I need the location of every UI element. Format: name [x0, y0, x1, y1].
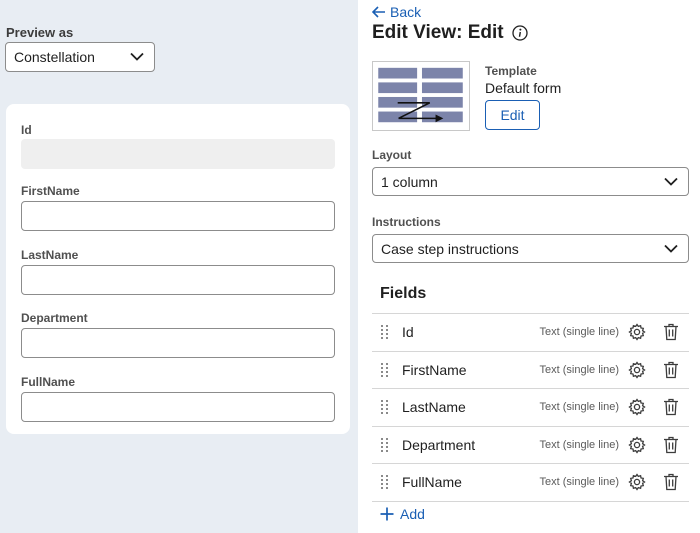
fields-list: Id Text (single line) FirstName Text (si…: [372, 313, 689, 502]
preview-panel: Preview as Constellation Id FirstName La…: [0, 0, 358, 533]
field-row: Department Text (single line): [372, 427, 689, 464]
field-row: LastName Text (single line): [372, 389, 689, 427]
add-label: Add: [400, 506, 425, 522]
gear-icon[interactable]: [628, 473, 646, 491]
field-name: Id: [402, 324, 414, 340]
form-label-fullname: FullName: [21, 375, 76, 389]
form-input-firstname[interactable]: [21, 201, 335, 231]
form-input-fullname[interactable]: [21, 392, 335, 422]
view-editor-panel: Back Edit View: Edit Template Default fo…: [358, 0, 700, 533]
instructions-select[interactable]: Case step instructions: [372, 234, 689, 263]
form-input-lastname[interactable]: [21, 265, 335, 295]
template-label: Template: [485, 64, 537, 78]
drag-handle-icon[interactable]: [381, 475, 389, 489]
form-label-lastname: LastName: [21, 248, 79, 262]
gear-icon[interactable]: [628, 323, 646, 341]
fields-heading: Fields: [380, 285, 427, 302]
template-thumbnail: [372, 61, 470, 131]
info-icon[interactable]: [511, 25, 528, 41]
form-label-id: Id: [21, 123, 32, 137]
field-row: FirstName Text (single line): [372, 352, 689, 389]
drag-handle-icon[interactable]: [381, 325, 389, 339]
arrow-left-icon: [372, 6, 385, 18]
trash-icon[interactable]: [663, 361, 679, 379]
template-value: Default form: [485, 80, 562, 96]
back-link[interactable]: Back: [372, 4, 421, 20]
field-type: Text (single line): [539, 476, 619, 488]
preview-as-value: Constellation: [14, 49, 95, 65]
field-name: LastName: [402, 399, 466, 415]
drag-handle-icon[interactable]: [381, 362, 389, 377]
form-input-department[interactable]: [21, 328, 335, 358]
back-label: Back: [390, 4, 422, 20]
field-name: Department: [402, 436, 476, 453]
trash-icon[interactable]: [663, 436, 679, 454]
field-name: FirstName: [402, 361, 467, 378]
gear-icon[interactable]: [628, 398, 646, 416]
field-type: Text (single line): [539, 438, 619, 451]
form-preview-card: Id FirstName LastName Department FullNam…: [6, 104, 350, 434]
instructions-label: Instructions: [372, 215, 441, 229]
preview-as-label: Preview as: [6, 25, 74, 40]
template-edit-button[interactable]: Edit: [485, 100, 540, 130]
add-field-button[interactable]: Add: [380, 506, 425, 522]
layout-label: Layout: [372, 148, 412, 162]
chevron-down-icon: [130, 52, 144, 61]
drag-handle-icon[interactable]: [381, 437, 389, 452]
form-input-id: [21, 139, 335, 169]
field-row: FullName Text (single line): [372, 464, 689, 502]
page-title: Edit View: Edit: [372, 22, 528, 44]
layout-value: 1 column: [381, 173, 438, 190]
form-label-firstname: FirstName: [21, 184, 80, 198]
field-type: Text (single line): [539, 326, 619, 338]
instructions-value: Case step instructions: [381, 240, 519, 257]
trash-icon[interactable]: [663, 473, 679, 491]
chevron-down-icon: [664, 177, 678, 186]
trash-icon[interactable]: [663, 323, 679, 341]
chevron-down-icon: [664, 244, 678, 253]
preview-as-select[interactable]: Constellation: [5, 42, 155, 72]
field-type: Text (single line): [539, 363, 619, 376]
page-title-text: Edit View: Edit: [372, 22, 504, 43]
layout-select[interactable]: 1 column: [372, 167, 689, 196]
form-label-department: Department: [21, 311, 88, 325]
gear-icon[interactable]: [628, 435, 646, 454]
trash-icon[interactable]: [663, 398, 679, 416]
field-row: Id Text (single line): [372, 314, 689, 352]
plus-icon: [380, 507, 394, 521]
gear-icon[interactable]: [628, 360, 646, 379]
drag-handle-icon[interactable]: [381, 400, 389, 414]
field-type: Text (single line): [539, 401, 619, 413]
field-name: FullName: [402, 474, 462, 490]
